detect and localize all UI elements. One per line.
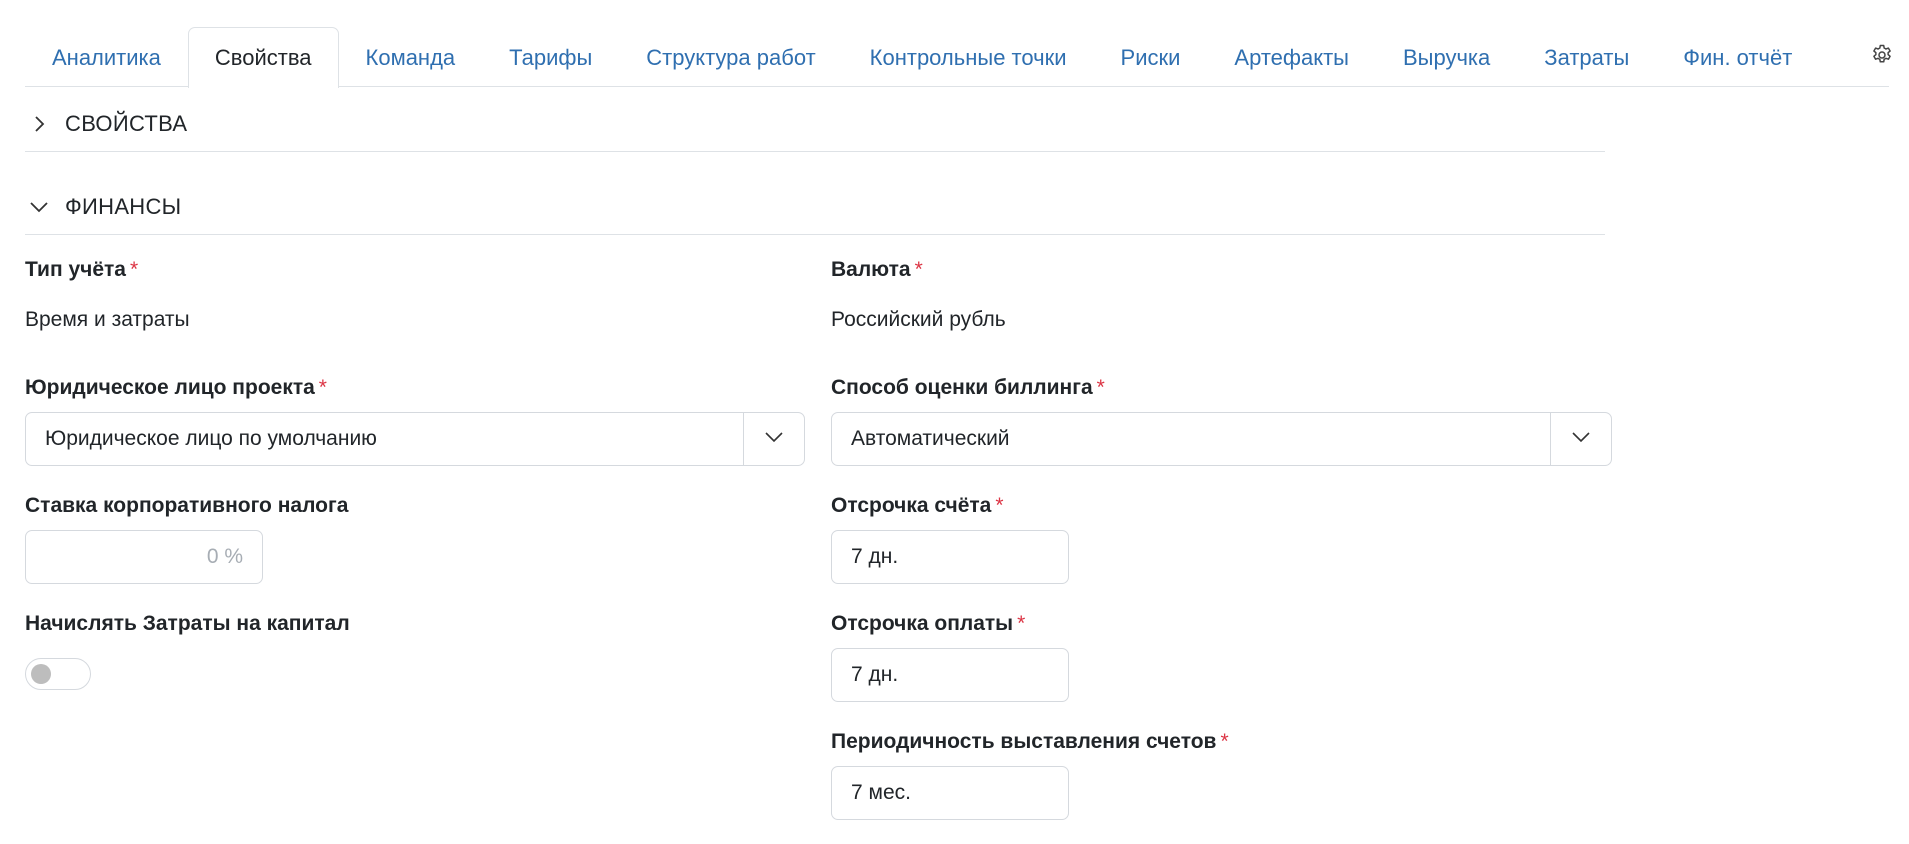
required-mark: * (318, 376, 327, 399)
billing-period-label: Периодичность выставления счетов * (831, 730, 1229, 754)
required-mark: * (1220, 730, 1229, 753)
tab-costs[interactable]: Затраты (1517, 27, 1656, 87)
legal-entity-select[interactable]: Юридическое лицо по умолчанию (25, 412, 805, 466)
corporate-tax-label: Ставка корпоративного налога (25, 494, 348, 518)
legal-entity-label-text: Юридическое лицо проекта (25, 376, 315, 399)
corporate-tax-input[interactable]: 0 % (25, 530, 263, 584)
invoice-delay-label: Отсрочка счёта * (831, 494, 1004, 518)
tab-revenue[interactable]: Выручка (1376, 27, 1517, 87)
tab-list: Аналитика Свойства Команда Тарифы Структ… (25, 27, 1819, 88)
project-settings-page: Аналитика Свойства Команда Тарифы Структ… (0, 0, 1909, 844)
capital-costs-toggle[interactable] (25, 658, 91, 690)
tab-financial-report[interactable]: Фин. отчёт (1656, 27, 1819, 87)
required-mark: * (129, 258, 139, 281)
payment-delay-label: Отсрочка оплаты * (831, 612, 1025, 636)
chevron-down-icon (1571, 430, 1591, 448)
section-finance-title: ФИНАНСЫ (65, 193, 182, 219)
required-mark: * (995, 494, 1004, 517)
legal-entity-dropdown-toggle[interactable] (743, 413, 804, 465)
toggle-knob (31, 664, 51, 684)
tab-properties[interactable]: Свойства (187, 27, 339, 88)
tab-rates[interactable]: Тарифы (482, 27, 619, 87)
tab-work-structure[interactable]: Структура работ (619, 27, 842, 87)
billing-method-dropdown-toggle[interactable] (1550, 413, 1611, 465)
accounting-type-label-text: Тип учёта (25, 258, 126, 281)
capital-costs-label-text: Начислять Затраты на капитал (25, 612, 350, 635)
corporate-tax-label-text: Ставка корпоративного налога (25, 494, 349, 517)
required-mark: * (1017, 612, 1026, 635)
capital-costs-label: Начислять Затраты на капитал (25, 612, 350, 636)
billing-period-input[interactable]: 7 мес. (831, 766, 1069, 820)
accounting-type-label: Тип учёта * (25, 258, 138, 282)
invoice-delay-input[interactable]: 7 дн. (831, 530, 1069, 584)
tab-milestones[interactable]: Контрольные точки (843, 27, 1094, 87)
tab-team[interactable]: Команда (339, 27, 483, 87)
payment-delay-input[interactable]: 7 дн. (831, 648, 1069, 702)
section-properties-header[interactable]: СВОЙСТВА (25, 96, 1605, 152)
chevron-right-icon (25, 110, 53, 138)
legal-entity-label: Юридическое лицо проекта * (25, 376, 327, 400)
gear-icon (1870, 43, 1894, 72)
billing-method-selected-value: Автоматический (851, 427, 1010, 450)
currency-label: Валюта * (831, 258, 923, 282)
chevron-down-icon (764, 430, 784, 448)
tab-analytics[interactable]: Аналитика (25, 27, 188, 87)
tab-risks[interactable]: Риски (1094, 27, 1208, 87)
required-mark: * (1096, 376, 1105, 399)
tab-artifacts[interactable]: Артефакты (1207, 27, 1376, 87)
billing-method-select[interactable]: Автоматический (831, 412, 1612, 466)
billing-period-label-text: Периодичность выставления счетов (831, 730, 1217, 753)
payment-delay-label-text: Отсрочка оплаты (831, 612, 1014, 635)
settings-button[interactable] (1868, 43, 1896, 71)
tab-bar: Аналитика Свойства Команда Тарифы Структ… (25, 27, 1891, 88)
required-mark: * (914, 258, 923, 281)
section-finance-header[interactable]: ФИНАНСЫ (25, 179, 1605, 235)
currency-label-text: Валюта (831, 258, 911, 281)
chevron-down-icon (25, 193, 53, 221)
accounting-type-value: Время и затраты (25, 308, 190, 331)
invoice-delay-label-text: Отсрочка счёта (831, 494, 992, 517)
legal-entity-selected-value: Юридическое лицо по умолчанию (45, 427, 377, 450)
billing-method-label-text: Способ оценки биллинга (831, 376, 1093, 399)
section-properties-title: СВОЙСТВА (65, 110, 188, 136)
billing-method-label: Способ оценки биллинга * (831, 376, 1105, 400)
currency-value: Российский рубль (831, 308, 1006, 331)
